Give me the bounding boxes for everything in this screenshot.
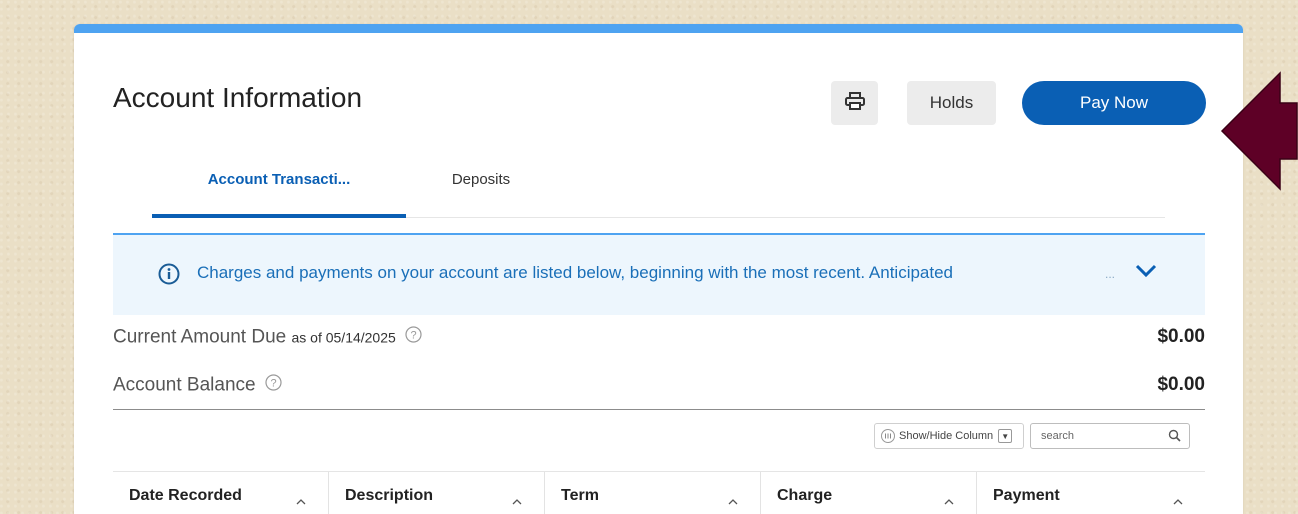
account-balance-text: Account Balance [113,374,256,396]
transactions-table-header: Date Recorded Description Term Charge Pa… [113,471,1205,514]
search-input[interactable] [1039,424,1163,448]
column-label: Payment [993,487,1060,504]
column-header-date-recorded[interactable]: Date Recorded [113,472,329,514]
page-title: Account Information [113,82,363,113]
info-banner-ellipsis: ... [1105,267,1116,281]
column-label: Date Recorded [129,487,242,504]
summary-divider [113,409,1205,410]
help-icon[interactable]: ? [405,326,422,349]
sort-icon[interactable] [944,492,954,510]
arrow-left-icon [1220,71,1298,196]
print-icon [844,91,865,115]
account-information-card: Account Information Holds Pay Now Accoun… [74,24,1243,514]
show-hide-column-button[interactable]: Show/Hide Column ▼ [874,423,1024,449]
svg-text:?: ? [411,330,417,342]
help-icon[interactable]: ? [265,374,282,397]
info-banner-text: Charges and payments on your account are… [197,263,954,282]
info-icon [158,263,180,290]
print-button[interactable] [831,81,878,125]
current-amount-due-label: Current Amount Due as of 05/14/2025 ? [113,326,422,349]
column-label: Charge [777,487,833,504]
current-amount-due-value: $0.00 [1157,326,1205,347]
current-due-text: Current Amount Due [113,326,287,348]
pay-now-button[interactable]: Pay Now [1022,81,1206,125]
card-accent-bar [74,24,1243,33]
sort-icon[interactable] [1173,492,1183,510]
show-hide-column-label: Show/Hide Column [899,430,994,442]
active-tab-indicator [152,214,406,218]
column-label: Description [345,487,434,504]
sort-icon[interactable] [728,492,738,510]
chevron-down-icon[interactable] [1135,263,1157,284]
column-header-description[interactable]: Description [329,472,545,514]
svg-text:?: ? [270,378,276,390]
sort-icon[interactable] [296,492,306,510]
holds-button[interactable]: Holds [907,81,996,125]
info-banner: Charges and payments on your account are… [113,233,1205,315]
column-header-term[interactable]: Term [545,472,761,514]
column-label: Term [561,487,599,504]
sort-icon[interactable] [512,492,522,510]
account-balance-label: Account Balance ? [113,374,282,397]
column-header-payment[interactable]: Payment [977,472,1205,514]
tab-deposits[interactable]: Deposits [406,171,556,188]
tab-account-transactions[interactable]: Account Transacti... [152,171,406,188]
search-icon[interactable] [1168,429,1181,447]
account-balance-value: $0.00 [1157,374,1205,395]
columns-icon [881,429,895,443]
search-field[interactable] [1030,423,1190,449]
column-header-charge[interactable]: Charge [761,472,977,514]
chevron-down-icon: ▼ [998,429,1013,443]
as-of-date: as of 05/14/2025 [291,329,396,346]
